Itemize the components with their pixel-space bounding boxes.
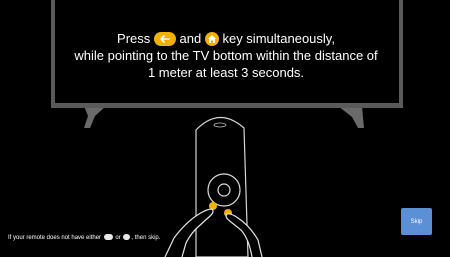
instruction-line-1: Press and key simultaneously, (60, 30, 392, 47)
instruction-line-2: while pointing to the TV bottom within t… (74, 48, 378, 63)
instruction-press-text: Press (117, 31, 151, 46)
tv-right-leg (338, 106, 364, 128)
instruction-line-3: 1 meter at least 3 seconds. (147, 65, 305, 80)
instruction-key-simultaneously-text: key simultaneously, (222, 31, 335, 46)
pairing-instruction: Press and key simultaneously, while poin… (60, 30, 392, 81)
pairing-screen: Press and key simultaneously, while poin… (0, 0, 450, 257)
hint-or: or (115, 235, 121, 241)
tv-left-leg (84, 106, 106, 128)
skip-button[interactable]: Skip (401, 208, 432, 235)
hint-suffix: , then skip. (131, 235, 161, 241)
back-arrow-icon (153, 32, 176, 46)
instruction-and-text: and (179, 31, 202, 46)
hint-prefix: If your remote does not have either (8, 235, 102, 241)
mini-back-key-icon (103, 234, 113, 240)
home-icon (204, 32, 219, 46)
mini-home-key-icon (123, 234, 131, 240)
skip-hint: If your remote does not have either or ,… (8, 234, 160, 241)
